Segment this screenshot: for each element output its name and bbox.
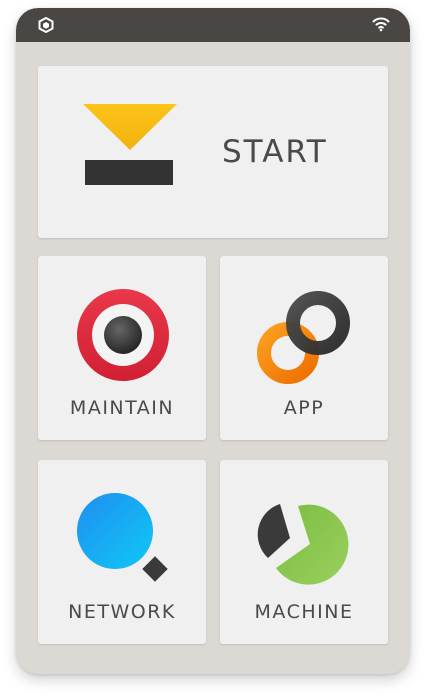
app-tile[interactable]: APP [220,256,388,440]
machine-label: MACHINE [254,601,354,623]
start-tile[interactable]: START [38,66,388,238]
linked-rings-icon [257,291,350,384]
maintain-tile[interactable]: MAINTAIN [38,256,206,440]
hexagon-logo-icon [38,17,54,33]
start-funnel-icon [83,104,177,185]
network-tile[interactable]: NETWORK [38,460,206,644]
start-label: START [222,134,328,170]
magnifier-icon [77,493,168,582]
target-ring-icon [77,289,169,381]
pie-chart-icon [257,504,349,585]
network-label: NETWORK [68,601,176,623]
machine-tile[interactable]: MACHINE [220,460,388,644]
app-label: APP [283,397,325,419]
device-frame: START MAINTAIN APP NETWORK MACHINE [16,8,410,674]
maintain-label: MAINTAIN [69,397,175,419]
status-bar [16,8,410,42]
wifi-icon [372,17,390,32]
